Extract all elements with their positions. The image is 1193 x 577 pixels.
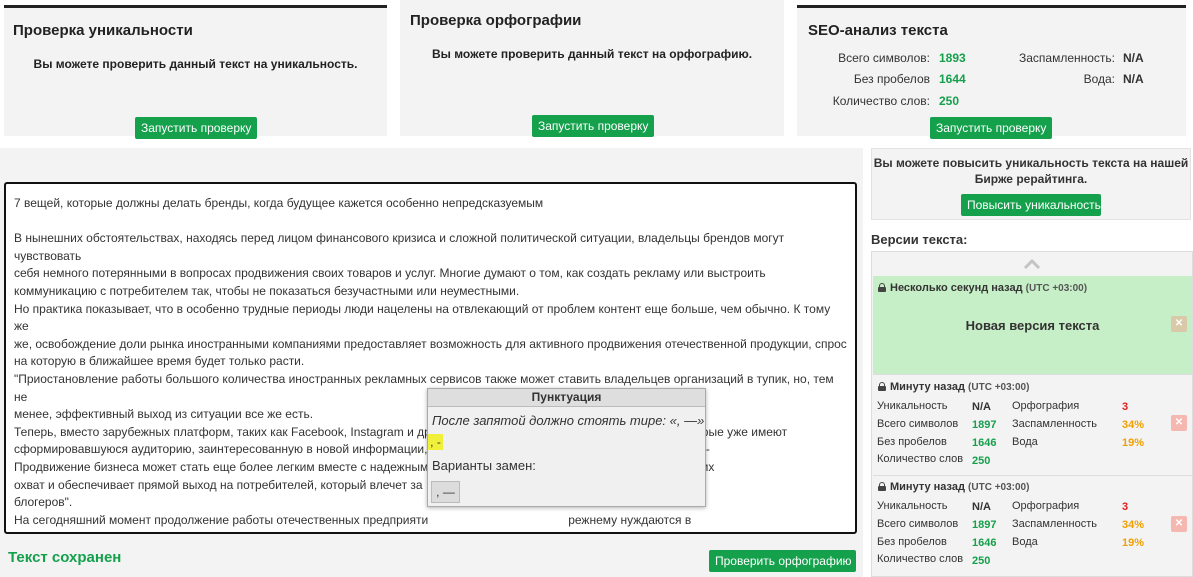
uniqueness-card: Проверка уникальности Вы можете проверит… bbox=[4, 5, 387, 139]
seo-card-title: SEO-анализ текста bbox=[808, 22, 948, 39]
editor-line: различных услугах и новой продукции. И, … bbox=[14, 529, 847, 532]
popup-rule: После запятой должно стоять тире: «, —» bbox=[432, 413, 705, 428]
version-time: Несколько секунд назад bbox=[890, 282, 1023, 294]
seo-no-spaces-label: Без пробелов bbox=[853, 72, 930, 86]
version-header: Несколько секунд назад (UTC +03:00) bbox=[878, 282, 1087, 294]
lock-icon bbox=[878, 283, 886, 292]
version-no-spaces-value: 1646 bbox=[972, 537, 997, 549]
spelling-card-title: Проверка орфографии bbox=[410, 12, 582, 29]
scroll-up-icon[interactable] bbox=[872, 252, 1192, 276]
version-words-label: Количество слов bbox=[877, 453, 964, 465]
editor-line: коммуникацию с потребителем так, чтобы н… bbox=[14, 283, 520, 298]
popup-title: Пунктуация bbox=[428, 389, 705, 407]
seo-spam-label: Заспамленность: bbox=[1018, 51, 1115, 65]
check-spelling-button[interactable]: Проверить орфографию bbox=[709, 550, 856, 572]
seo-card: SEO-анализ текста Всего символов: 1893 Б… bbox=[797, 5, 1186, 139]
seo-total-chars-label: Всего символов: bbox=[838, 51, 930, 65]
spelling-card-description: Вы можете проверить данный текст на орфо… bbox=[431, 47, 753, 61]
delete-version-icon[interactable]: ✕ bbox=[1171, 316, 1187, 332]
version-utc: (UTC +03:00) bbox=[968, 382, 1030, 393]
version-total-label: Всего символов bbox=[877, 518, 959, 530]
lock-icon bbox=[878, 482, 886, 491]
seo-no-spaces-value: 1644 bbox=[939, 72, 966, 86]
version-no-spaces-label: Без пробелов bbox=[877, 436, 947, 448]
version-spelling-value: 3 bbox=[1122, 501, 1129, 513]
spelling-run-button[interactable]: Запустить проверку bbox=[532, 115, 654, 137]
upgrade-text: Вы можете повысить уникальность текста н… bbox=[873, 156, 1189, 186]
editor-line bbox=[14, 213, 847, 231]
version-no-spaces-label: Без пробелов bbox=[877, 536, 947, 548]
upgrade-uniqueness-button[interactable]: Повысить уникальность bbox=[961, 194, 1101, 216]
delete-version-icon[interactable]: ✕ bbox=[1171, 415, 1187, 431]
version-time: Минуту назад bbox=[890, 481, 965, 493]
seo-run-button[interactable]: Запустить проверку bbox=[930, 117, 1052, 139]
editor-line: В нынешних обстоятельствах, находясь пер… bbox=[14, 231, 788, 263]
version-uniqueness-label: Уникальность bbox=[877, 400, 948, 412]
version-no-spaces-value: 1646 bbox=[972, 437, 997, 449]
version-words-value: 250 bbox=[972, 555, 991, 567]
version-water-label: Вода bbox=[1012, 436, 1038, 448]
version-item[interactable]: Минуту назад (UTC +03:00) Уникальность N… bbox=[872, 375, 1192, 475]
uniqueness-run-button[interactable]: Запустить проверку bbox=[135, 117, 257, 139]
version-time: Минуту назад bbox=[890, 381, 965, 393]
version-spam-label: Заспамленность bbox=[1012, 518, 1097, 530]
version-uniqueness-label: Уникальность bbox=[877, 500, 948, 512]
popup-variants-label: Варианты замен: bbox=[432, 458, 536, 473]
seo-total-chars-value: 1893 bbox=[939, 51, 966, 65]
version-words-value: 250 bbox=[972, 455, 991, 467]
versions-label: Версии текста: bbox=[871, 232, 968, 247]
version-spelling-label: Орфография bbox=[1012, 400, 1080, 412]
editor-line: 7 вещей, которые должны делать бренды, к… bbox=[14, 196, 544, 210]
editor-line: себя немного потерянными в вопросах прод… bbox=[14, 266, 766, 281]
version-words-label: Количество слов bbox=[877, 553, 964, 565]
version-header: Минуту назад (UTC +03:00) bbox=[878, 381, 1029, 393]
seo-word-count-label: Количество слов: bbox=[832, 94, 930, 108]
version-utc: (UTC +03:00) bbox=[1025, 283, 1088, 294]
version-water-value: 19% bbox=[1122, 537, 1145, 549]
version-item[interactable]: Минуту назад (UTC +03:00) Уникальность N… bbox=[872, 476, 1192, 576]
version-total-value: 1897 bbox=[972, 419, 997, 431]
version-total-label: Всего символов bbox=[877, 418, 959, 430]
version-spam-value: 34% bbox=[1122, 419, 1145, 431]
popup-highlight: , - bbox=[428, 434, 443, 450]
seo-spam-value: N/A bbox=[1123, 51, 1144, 65]
version-spelling-value: 3 bbox=[1122, 401, 1129, 413]
save-status: Текст сохранен bbox=[8, 549, 122, 566]
editor-line: На сегодняшний момент продолжение работы… bbox=[14, 512, 692, 527]
version-uniqueness-value: N/A bbox=[972, 401, 991, 413]
version-spelling-label: Орфография bbox=[1012, 500, 1080, 512]
editor-line: на которую в ближайшее время будет тольк… bbox=[14, 354, 305, 369]
lock-icon bbox=[878, 382, 886, 391]
seo-water-label: Вода: bbox=[1083, 72, 1115, 86]
version-item-new[interactable]: Несколько секунд назад (UTC +03:00) Нова… bbox=[873, 276, 1192, 374]
version-spam-value: 34% bbox=[1122, 519, 1145, 531]
version-utc: (UTC +03:00) bbox=[968, 482, 1030, 493]
version-header: Минуту назад (UTC +03:00) bbox=[878, 481, 1029, 493]
upgrade-box: Вы можете повысить уникальность текста н… bbox=[871, 148, 1191, 220]
spelling-card: Проверка орфографии Вы можете проверить … bbox=[400, 0, 784, 137]
uniqueness-card-description: Вы можете проверить данный текст на уник… bbox=[33, 57, 358, 71]
version-water-label: Вода bbox=[1012, 536, 1038, 548]
punctuation-popup: Пунктуация После запятой должно стоять т… bbox=[427, 388, 706, 507]
version-uniqueness-value: N/A bbox=[972, 501, 991, 513]
editor-line: Но практика показывает, что в особенно т… bbox=[14, 301, 834, 334]
seo-water-value: N/A bbox=[1123, 72, 1144, 86]
editor-line: же, освобождение доли рынка иностранными… bbox=[14, 336, 847, 351]
version-total-value: 1897 bbox=[972, 519, 997, 531]
versions-list[interactable]: Несколько секунд назад (UTC +03:00) Нова… bbox=[871, 251, 1193, 577]
seo-word-count-value: 250 bbox=[939, 94, 960, 108]
version-spam-label: Заспамленность bbox=[1012, 418, 1097, 430]
uniqueness-card-title: Проверка уникальности bbox=[13, 22, 193, 39]
popup-replacement-option[interactable]: , — bbox=[431, 481, 460, 503]
version-water-value: 19% bbox=[1122, 437, 1145, 449]
version-title: Новая версия текста bbox=[965, 318, 1100, 333]
delete-version-icon[interactable]: ✕ bbox=[1171, 516, 1187, 532]
